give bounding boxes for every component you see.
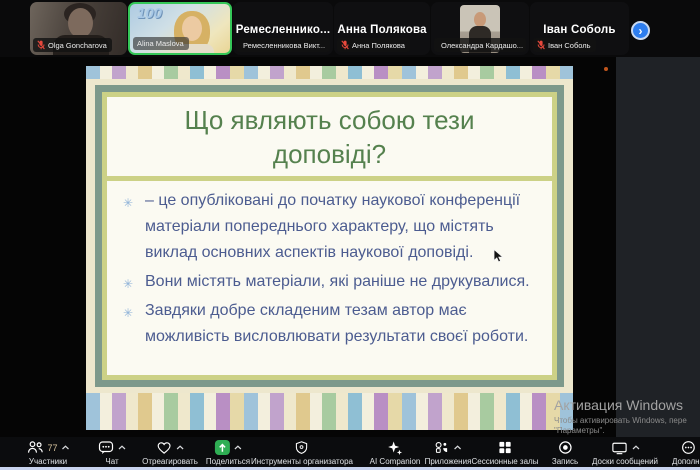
meeting-toolbar: 77 Участники Чат: [0, 437, 700, 467]
mic-muted-icon: [537, 40, 545, 50]
mouse-cursor-icon: [493, 249, 504, 263]
toolbar-host-tools-button[interactable]: Инструменты организатора: [251, 440, 353, 466]
participant-name-tag: Олександра Кардашо...: [434, 38, 526, 52]
toolbar-react-button[interactable]: Отреагировать: [142, 440, 198, 466]
participant-display-name: Ремесленнико...: [233, 24, 333, 36]
participant-name-tag: Olga Goncharova: [33, 38, 112, 52]
record-icon: [558, 440, 573, 455]
chevron-up-icon[interactable]: [176, 445, 184, 450]
participant-tile-anna[interactable]: Анна Полякова Анна Полякова: [334, 2, 430, 55]
chevron-up-icon[interactable]: [118, 445, 126, 450]
toolbar-participants-button[interactable]: 77 Участники: [26, 440, 69, 466]
zoom-meeting-window: Olga Goncharova 100 Alina Maslova Ремесл…: [0, 0, 700, 470]
participant-name-tag: Alina Maslova: [133, 37, 189, 50]
participants-icon: [26, 440, 43, 455]
participant-name-tag: Анна Полякова: [337, 38, 410, 52]
bullet-star-icon: ✳: [123, 300, 133, 326]
participant-display-name: Іван Соболь: [530, 24, 629, 36]
slide-frame: Що являють собою тези доповіді? ✳ – це о…: [95, 85, 564, 387]
toolbar-boards-button[interactable]: Доски сообщений: [592, 440, 658, 466]
window-side-panel: [616, 57, 700, 437]
slide-bullet: ✳ Вони містять матеріали, які раніше не …: [119, 269, 544, 295]
toolbar-more-button[interactable]: Дополни: [672, 440, 700, 466]
chevron-up-icon[interactable]: [631, 445, 639, 450]
mic-muted-icon: [37, 40, 45, 50]
bullet-star-icon: ✳: [123, 271, 133, 297]
slide-bullet: ✳ Завдяки добре складеним тезам автор ма…: [119, 298, 544, 350]
participants-count: 77: [47, 443, 57, 453]
participant-tile-alina-active-speaker[interactable]: 100 Alina Maslova: [128, 2, 232, 55]
participant-tile-remeslennikova[interactable]: Ремесленнико... Ремесленникова Викт...: [233, 2, 333, 55]
participant-name-tag: Ремесленникова Викт...: [236, 38, 330, 52]
participant-tile-olga[interactable]: Olga Goncharova: [30, 2, 127, 55]
mic-muted-icon: [341, 40, 349, 50]
host-tools-shield-icon: [294, 440, 309, 455]
shared-screen-area: Що являють собою тези доповіді? ✳ – це о…: [0, 57, 700, 437]
slide-bullet-list: ✳ – це опубліковані до початку наукової …: [119, 188, 544, 350]
presentation-slide: Що являють собою тези доповіді? ✳ – це о…: [86, 66, 573, 430]
toolbar-breakout-rooms-button[interactable]: Сессионные залы: [472, 440, 539, 466]
recording-dot: [604, 67, 608, 71]
slide-striped-border-bottom: [86, 393, 573, 430]
chevron-up-icon[interactable]: [234, 445, 242, 450]
chevron-right-icon: ›: [639, 25, 643, 37]
react-heart-icon: [156, 440, 172, 455]
toolbar-record-button[interactable]: Запись: [552, 440, 578, 466]
windows-activation-watermark: Активация Windows Чтобы активировать Win…: [554, 397, 700, 435]
share-screen-icon: [215, 440, 230, 455]
toolbar-apps-button[interactable]: Приложения: [425, 440, 472, 466]
toolbar-share-button[interactable]: Поделиться: [206, 440, 250, 466]
slide-striped-border-top: [86, 66, 573, 79]
more-icon: [681, 440, 696, 455]
slide-title: Що являють собою тези доповіді?: [107, 97, 552, 176]
next-participants-page-button[interactable]: ›: [631, 21, 650, 40]
apps-icon: [434, 440, 450, 455]
ai-companion-sparkle-icon: [387, 440, 403, 455]
bullet-star-icon: ✳: [123, 190, 133, 216]
participant-tile-oleksandra[interactable]: Олександра Кардашо...: [431, 2, 529, 55]
participant-display-name: Анна Полякова: [334, 24, 430, 36]
slide-bullet: ✳ – це опубліковані до початку наукової …: [119, 188, 544, 266]
toolbar-ai-companion-button[interactable]: AI Companion: [370, 440, 421, 466]
slide-content-card: Що являють собою тези доповіді? ✳ – це о…: [102, 92, 557, 380]
overlay-logo-100: 100: [137, 5, 162, 22]
boards-icon: [610, 440, 627, 455]
chat-icon: [98, 440, 114, 455]
breakout-rooms-icon: [498, 440, 513, 455]
participant-name-tag: Іван Соболь: [533, 38, 596, 52]
participant-tile-ivan[interactable]: Іван Соболь Іван Соболь: [530, 2, 629, 55]
chevron-up-icon[interactable]: [62, 445, 70, 450]
toolbar-chat-button[interactable]: Чат: [98, 440, 126, 466]
participants-strip: Olga Goncharova 100 Alina Maslova Ремесл…: [0, 0, 700, 57]
chevron-up-icon[interactable]: [454, 445, 462, 450]
